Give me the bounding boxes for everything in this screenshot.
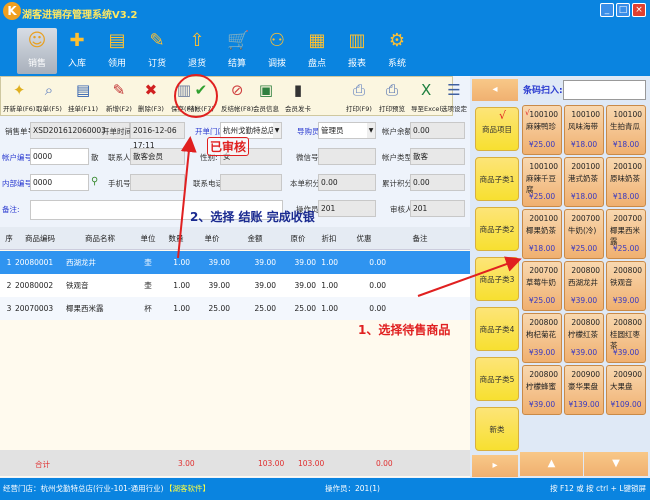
arrow-to-product <box>417 256 522 297</box>
annotation-arrows <box>177 136 522 297</box>
arrow-to-checkout <box>177 136 197 259</box>
